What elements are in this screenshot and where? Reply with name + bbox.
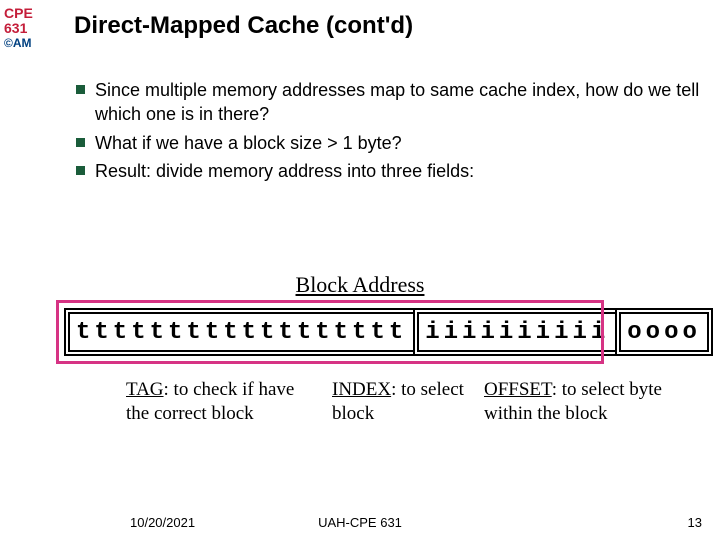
field-labels: TAG: to check if have the correct block … xyxy=(64,378,664,426)
bullet-marker-icon xyxy=(76,138,85,147)
bullet-text: What if we have a block size > 1 byte? xyxy=(95,131,700,155)
bullet-item: What if we have a block size > 1 byte? xyxy=(76,131,700,155)
offset-label-head: OFFSET xyxy=(484,379,552,400)
index-label: INDEX: to select block xyxy=(314,378,484,426)
bullet-text: Result: divide memory address into three… xyxy=(95,159,700,183)
footer-center: UAH-CPE 631 xyxy=(0,515,720,530)
bullet-item: Result: divide memory address into three… xyxy=(76,159,700,183)
offset-field-box: oooo xyxy=(615,308,713,356)
bullet-marker-icon xyxy=(76,85,85,94)
course-line1: CPE xyxy=(4,6,33,21)
offset-label: OFFSET: to select byte within the block xyxy=(484,378,664,426)
address-diagram: tttttttttttttttttt iiiiiiiiii oooo xyxy=(64,308,660,356)
bullet-marker-icon xyxy=(76,166,85,175)
index-label-head: INDEX xyxy=(332,379,391,400)
bullet-item: Since multiple memory addresses map to s… xyxy=(76,78,700,127)
course-label: CPE 631 ©AM xyxy=(4,6,33,50)
footer-page-number: 13 xyxy=(688,515,702,530)
course-line3: ©AM xyxy=(4,37,33,50)
slide-title: Direct-Mapped Cache (cont'd) xyxy=(74,12,413,40)
tag-label: TAG: to check if have the correct block xyxy=(64,378,314,426)
block-address-label: Block Address xyxy=(0,272,720,298)
index-field-box: iiiiiiiiii xyxy=(413,308,615,356)
bullet-text: Since multiple memory addresses map to s… xyxy=(95,78,700,127)
tag-label-head: TAG xyxy=(126,379,164,400)
course-line2: 631 xyxy=(4,21,33,36)
bullet-list: Since multiple memory addresses map to s… xyxy=(76,78,700,187)
tag-field-box: tttttttttttttttttt xyxy=(64,308,413,356)
